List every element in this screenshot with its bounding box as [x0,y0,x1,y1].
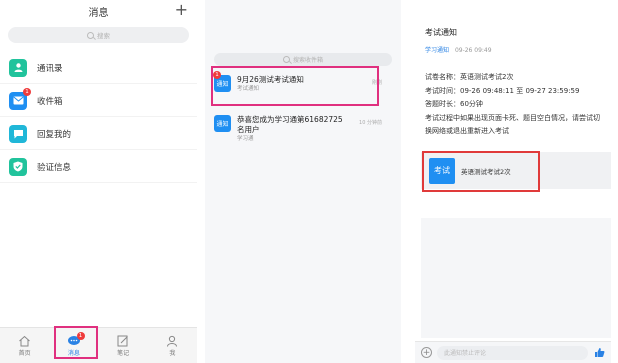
screenshot-root: 消息 + 搜索 通讯录 1 收件箱 回复我的 验证信息 首页 1 消息 笔记 我… [0,0,618,363]
notice-title: 考试通知 [425,28,457,37]
page-title: 消息 [88,7,109,19]
messages-category-list: 通讯录 1 收件箱 回复我的 验证信息 [0,52,197,183]
tab-label: 我 [169,349,176,357]
notice-line: 考试过程中如果出现页面卡死、题目空白情况，请尝试切换网络或退出重新进入考试 [425,113,600,136]
list-item-label: 收件箱 [37,96,63,107]
add-button[interactable]: + [175,1,188,19]
search-placeholder: 搜索收件箱 [292,57,323,64]
contacts-icon [9,58,27,77]
message-sender: 学习通 [237,136,254,142]
tab-me[interactable]: 我 [148,328,197,363]
messages-header: 消息 + [0,0,197,22]
message-time: 10 分钟前 [359,120,382,126]
inbox-message-row[interactable]: 通知 恭喜您成为学习通第61682725名用户 学习通 10 分钟前 [214,115,390,144]
messages-tab-highlight [54,326,98,359]
bottom-tab-bar: 首页 1 消息 笔记 我 [0,327,197,363]
search-icon [87,31,94,39]
inbox-icon: 1 [9,87,31,110]
comment-area [421,218,611,338]
inbox-search-input[interactable]: 搜索收件箱 [214,53,392,66]
inbox-badge: 1 [23,87,31,96]
notice-line: 答题时长：60分钟 [425,100,483,108]
exam-card-highlight [422,151,540,192]
shield-check-icon [9,157,27,176]
list-item-label: 回复我的 [37,129,72,140]
notice-meta: 学习通知 09-26 09:49 [425,45,492,54]
home-icon [19,335,30,346]
list-item-label: 通讯录 [37,63,63,74]
tab-label: 笔记 [117,349,130,357]
list-item-inbox[interactable]: 1 收件箱 [0,85,197,117]
notice-body: 试卷名称：英语测试考试2次 考试时间：09-26 09:48:11 至 09-2… [425,71,605,139]
message-title: 恭喜您成为学习通第61682725名用户 [237,115,343,134]
notice-icon-label: 通知 [216,121,229,128]
search-icon [282,56,290,63]
comment-bar: + 此通知禁止评论 [415,341,611,363]
list-item-label: 验证信息 [37,162,72,173]
note-icon [117,335,128,346]
inbox-screen: 搜索收件箱 通知 1 9月26测试考试通知 考试通知 刚刚 通知 恭喜您成为学习… [205,0,401,363]
comment-input[interactable]: 此通知禁止评论 [437,345,588,360]
list-item-verification[interactable]: 验证信息 [0,151,197,183]
list-item-contacts[interactable]: 通讯录 [0,52,197,84]
tab-label: 首页 [18,349,31,357]
message-highlight [211,66,379,106]
notice-icon: 通知 [214,115,231,132]
messages-screen: 消息 + 搜索 通讯录 1 收件箱 回复我的 验证信息 首页 1 消息 笔记 我 [0,0,197,363]
tab-home[interactable]: 首页 [0,328,49,363]
search-placeholder: 搜索 [97,32,110,40]
thumbs-up-icon[interactable] [593,347,605,359]
list-item-replies[interactable]: 回复我的 [0,118,197,150]
notice-line: 试卷名称：英语测试考试2次 [425,73,514,81]
person-icon [167,335,178,347]
add-attachment-button[interactable]: + [421,347,432,358]
reply-icon [9,124,27,143]
tab-notes[interactable]: 笔记 [99,328,148,363]
search-input[interactable]: 搜索 [8,27,189,43]
notice-date: 09-26 09:49 [454,47,492,54]
notice-line: 考试时间：09-26 09:48:11 至 09-27 23:59:59 [425,86,580,95]
notice-sender-link[interactable]: 学习通知 [425,47,449,54]
